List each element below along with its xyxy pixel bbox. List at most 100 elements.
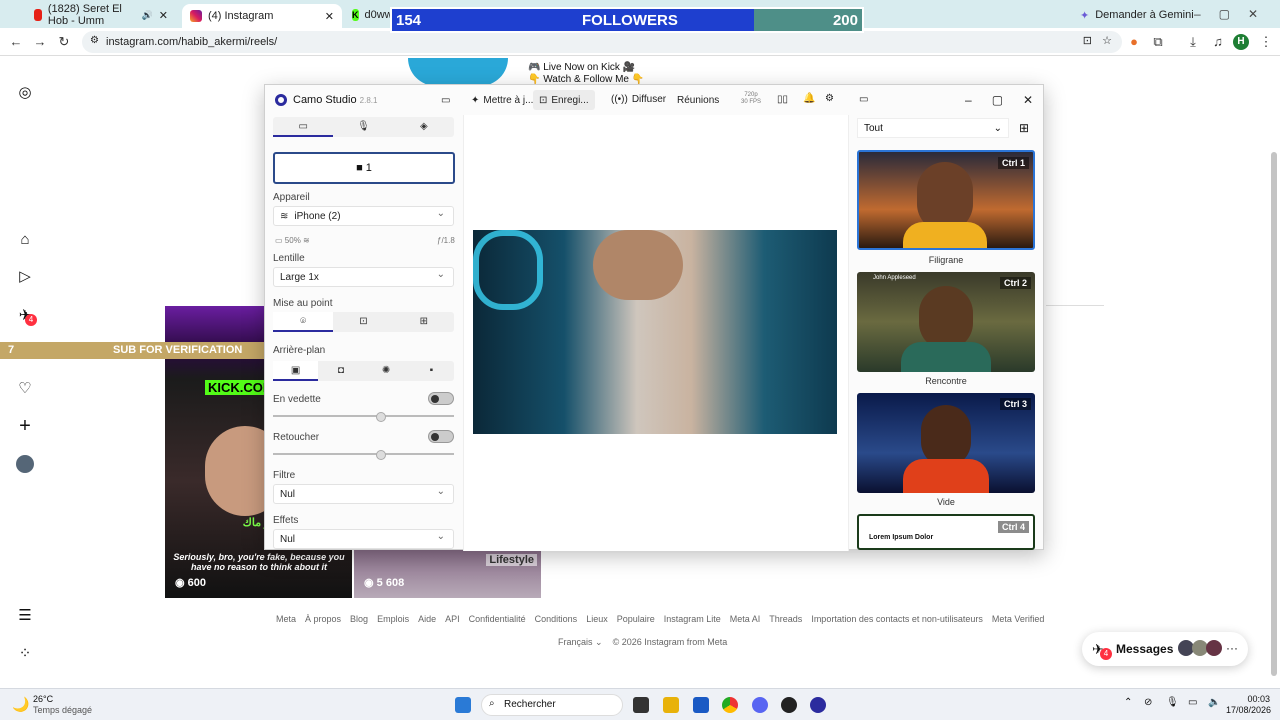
tab-youtube[interactable]: (1828) Seret El Hob - Umm 🔊 ✕ (26, 3, 176, 27)
tab-layers-icon[interactable]: ◈ (394, 117, 454, 137)
tab-close-icon[interactable]: ✕ (325, 10, 334, 23)
display-icon[interactable]: ▭ (1188, 697, 1197, 708)
messenger-icon[interactable]: ✈ 4 (16, 307, 37, 326)
record-button[interactable]: ⊡ Enregi... (533, 90, 595, 110)
messages-button[interactable]: ✈ 4 Messages ··· (1082, 632, 1248, 666)
taskbar-search[interactable]: ⌕ Rechercher (481, 694, 623, 716)
more-menu-icon[interactable]: ☰ (16, 607, 34, 625)
profile-avatar-icon[interactable] (16, 455, 34, 473)
moon-weather-icon[interactable]: 🌙 (12, 696, 29, 713)
scene-filter-select[interactable]: Tout ⌄ (857, 118, 1009, 138)
stream-button[interactable]: ((•)) Diffuser (611, 94, 666, 105)
footer-link[interactable]: Populaire (617, 614, 655, 624)
footer-link[interactable]: Meta (276, 614, 296, 624)
source-selector[interactable]: ■ 1 (273, 152, 455, 184)
filter-select[interactable]: Nul (273, 484, 454, 504)
create-plus-icon[interactable]: + (16, 416, 34, 436)
settings-gear-icon[interactable]: ⚙ (825, 93, 834, 104)
retouch-slider[interactable] (273, 450, 454, 460)
close-icon[interactable]: ✕ (1023, 93, 1033, 107)
camera-preview[interactable] (473, 230, 837, 434)
effects-select[interactable]: Nul (273, 529, 454, 549)
weather-widget[interactable]: 26°C Temps dégagé (33, 694, 92, 716)
camo-icon[interactable] (810, 697, 826, 713)
heart-icon[interactable]: ♡ (16, 380, 34, 398)
footer-link[interactable]: Meta Verified (992, 614, 1045, 624)
focus-manual-icon[interactable]: ⊞ (394, 312, 454, 332)
microphone-icon[interactable]: 🎙 (1166, 697, 1179, 708)
back-icon[interactable]: ← (8, 34, 24, 50)
profile-picture[interactable] (408, 58, 508, 86)
sidebar-toggle-icon[interactable]: ▭ (441, 95, 450, 106)
bg-effect-icon[interactable]: ✺ (364, 361, 409, 381)
extension-icon[interactable]: ● (1126, 34, 1142, 50)
footer-link[interactable]: Importation des contacts et non-utilisat… (811, 614, 983, 624)
retouch-toggle[interactable] (428, 430, 454, 443)
device-select[interactable]: ≋ iPhone (2) (273, 206, 454, 226)
network-icon[interactable]: ⊘ (1144, 697, 1152, 708)
window-controls[interactable]: –▢✕ (1194, 7, 1276, 21)
home-icon[interactable]: ⌂ (16, 231, 34, 249)
grid-view-icon[interactable]: ⊞ (1019, 121, 1029, 135)
maximize-icon[interactable]: ▢ (992, 93, 1003, 107)
footer-link[interactable]: API (445, 614, 460, 624)
url-input[interactable]: ⚙ instagram.com/habib_akermi/reels/ ⊡ ☆ (82, 31, 1122, 53)
scene-card[interactable]: Ctrl 3 (857, 393, 1035, 493)
reload-icon[interactable]: ↻ (56, 34, 72, 50)
footer-link[interactable]: Confidentialité (469, 614, 526, 624)
install-icon[interactable]: ⊡ (1083, 34, 1092, 47)
window-controls[interactable]: –▢✕ (965, 93, 1033, 107)
gemini-button[interactable]: ✦ Demander à Gemini (1072, 4, 1202, 26)
store-icon[interactable] (693, 697, 709, 713)
footer-link[interactable]: Aide (418, 614, 436, 624)
bg-replace-icon[interactable]: ▪ (409, 361, 454, 381)
instagram-logo-icon[interactable]: ◎ (16, 84, 34, 102)
update-button[interactable]: ✦ Mettre à j... (471, 95, 533, 106)
scene-card[interactable]: Lorem Ipsum Dolor Ctrl 4 (857, 514, 1035, 550)
footer-link[interactable]: Lieux (586, 614, 608, 624)
media-icon[interactable]: ♫ (1210, 34, 1226, 50)
scene-card[interactable]: Ctrl 1 (857, 150, 1035, 250)
menu-kebab-icon[interactable]: ⋮ (1258, 34, 1274, 50)
bg-blur-icon[interactable]: ◘ (318, 361, 363, 381)
obs-icon[interactable] (781, 697, 797, 713)
speaker-icon[interactable]: 🔊 (142, 10, 153, 21)
scrollbar[interactable] (1271, 152, 1277, 676)
footer-link[interactable]: Emplois (377, 614, 409, 624)
layout-icon[interactable]: ▯▯ (777, 94, 788, 105)
footer-link[interactable]: À propos (305, 614, 341, 624)
footer-link[interactable]: Instagram Lite (664, 614, 721, 624)
meetings-button[interactable]: Réunions (677, 95, 719, 106)
scene-card[interactable]: John Appleseed Ctrl 2 (857, 272, 1035, 372)
footer-link[interactable]: Meta AI (730, 614, 761, 624)
language-select[interactable]: Français (558, 637, 593, 647)
tab-instagram[interactable]: (4) Instagram ✕ (182, 4, 342, 28)
panel-toggle-icon[interactable]: ▭ (859, 94, 868, 105)
apps-icon[interactable]: ⁘ (16, 645, 34, 663)
focus-face-icon[interactable]: ⊡ (333, 312, 393, 332)
bookmark-star-icon[interactable]: ☆ (1102, 34, 1112, 47)
forward-icon[interactable]: → (32, 34, 48, 50)
chevron-up-icon[interactable]: ⌃ (1124, 697, 1132, 708)
volume-icon[interactable]: 🔈 (1208, 697, 1220, 708)
extensions-puzzle-icon[interactable]: ⧉ (1150, 34, 1166, 50)
tab-kick[interactable]: K d0ww (344, 4, 394, 26)
notification-bell-icon[interactable]: 🔔 (803, 93, 815, 104)
footer-link[interactable]: Threads (769, 614, 802, 624)
discord-icon[interactable] (752, 697, 768, 713)
tab-audio-icon[interactable]: 🎙 (333, 117, 393, 137)
featured-slider[interactable] (273, 412, 454, 422)
task-view-icon[interactable] (633, 697, 649, 713)
profile-avatar[interactable]: H (1233, 34, 1249, 50)
download-icon[interactable]: ⤓ (1185, 34, 1201, 50)
tab-close-icon[interactable]: ✕ (159, 9, 168, 22)
chrome-icon[interactable] (722, 697, 738, 713)
reel-tile[interactable]: Lifestyle ◉ 5 608 (354, 550, 541, 598)
featured-toggle[interactable] (428, 392, 454, 405)
file-explorer-icon[interactable] (663, 697, 679, 713)
clock[interactable]: 00:03 17/08/2026 (1226, 694, 1271, 716)
tab-video-icon[interactable]: ▭ (273, 117, 334, 137)
footer-link[interactable]: Conditions (535, 614, 578, 624)
footer-link[interactable]: Blog (350, 614, 368, 624)
bg-none-icon[interactable]: ▣ (273, 361, 319, 381)
